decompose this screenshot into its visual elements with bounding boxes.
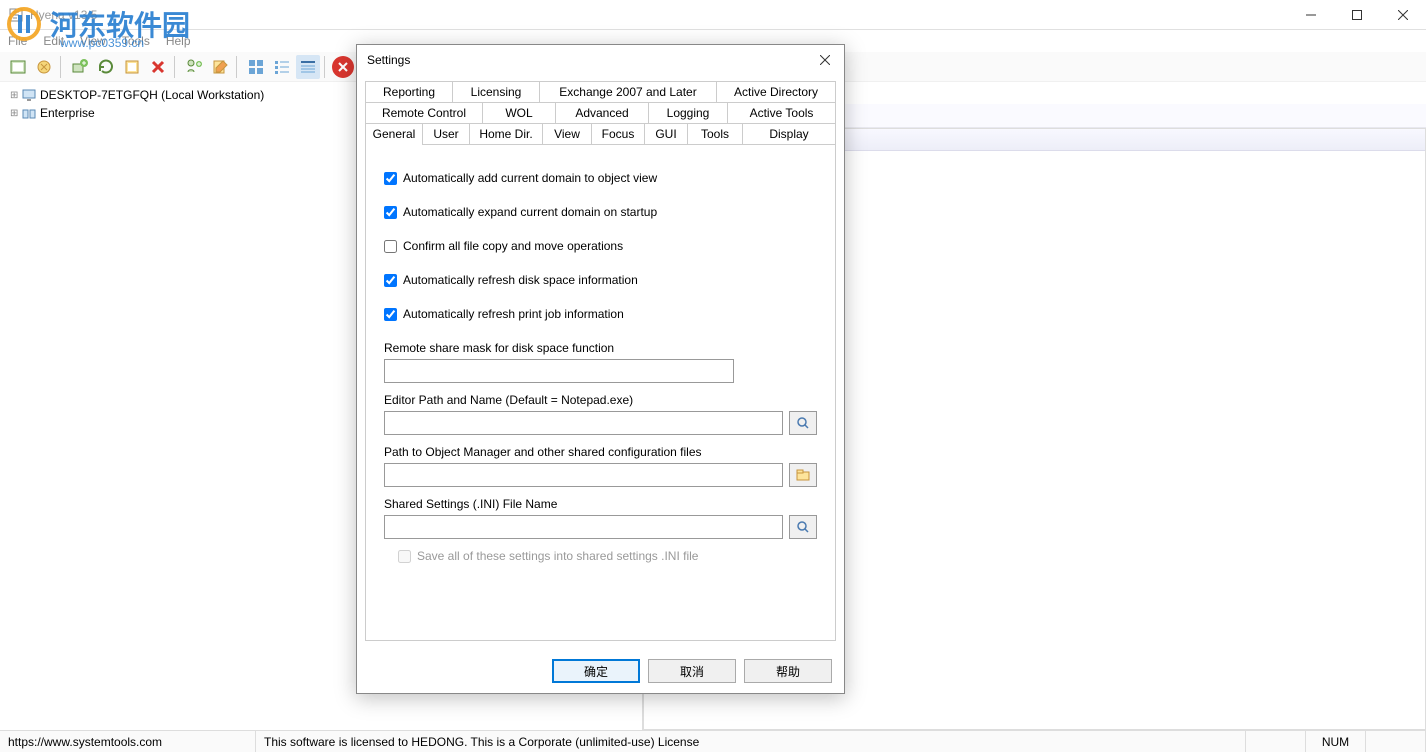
remote-mask-input[interactable] bbox=[384, 359, 734, 383]
general-tab-content: Automatically add current domain to obje… bbox=[365, 144, 836, 641]
editor-input[interactable] bbox=[384, 411, 783, 435]
enterprise-icon bbox=[22, 106, 40, 120]
tree-item-label: Enterprise bbox=[40, 106, 95, 120]
status-empty2 bbox=[1366, 731, 1426, 752]
toolbar-separator bbox=[60, 56, 64, 78]
chk-label: Automatically add current domain to obje… bbox=[403, 171, 657, 185]
chk-refresh-disk[interactable] bbox=[384, 274, 397, 287]
statusbar: https://www.systemtools.com This softwar… bbox=[0, 730, 1426, 752]
tab-tools[interactable]: Tools bbox=[687, 123, 743, 144]
tab-focus[interactable]: Focus bbox=[591, 123, 645, 144]
tab-general[interactable]: General bbox=[365, 123, 423, 144]
obj-mgr-input[interactable] bbox=[384, 463, 783, 487]
close-button[interactable] bbox=[1380, 0, 1426, 30]
tab-remote-control[interactable]: Remote Control bbox=[365, 102, 483, 123]
tab-exchange[interactable]: Exchange 2007 and Later bbox=[539, 81, 717, 102]
help-button[interactable]: 帮助 bbox=[744, 659, 832, 683]
status-empty1 bbox=[1246, 731, 1306, 752]
tab-gui[interactable]: GUI bbox=[644, 123, 688, 144]
settings-dialog: Settings Reporting Licensing Exchange 20… bbox=[356, 44, 845, 694]
toolbar-btn-6[interactable] bbox=[146, 55, 170, 79]
chk-label: Automatically refresh print job informat… bbox=[403, 307, 624, 321]
dialog-close-button[interactable] bbox=[810, 45, 840, 75]
editor-label: Editor Path and Name (Default = Notepad.… bbox=[384, 393, 817, 407]
window-title: Hyena v13.5 bbox=[30, 8, 97, 22]
shared-ini-browse-button[interactable] bbox=[789, 515, 817, 539]
toolbar-view-details[interactable] bbox=[296, 55, 320, 79]
status-url: https://www.systemtools.com bbox=[0, 731, 256, 752]
toolbar-btn-8[interactable] bbox=[208, 55, 232, 79]
dialog-titlebar: Settings bbox=[357, 45, 844, 75]
toolbar-btn-4[interactable] bbox=[94, 55, 118, 79]
tab-user[interactable]: User bbox=[422, 123, 470, 144]
toolbar-view-large[interactable] bbox=[244, 55, 268, 79]
toolbar-separator bbox=[174, 56, 178, 78]
status-num: NUM bbox=[1306, 731, 1366, 752]
chk-auto-expand-domain[interactable] bbox=[384, 206, 397, 219]
chk-label: Automatically expand current domain on s… bbox=[403, 205, 657, 219]
toolbar-view-list[interactable] bbox=[270, 55, 294, 79]
chk-auto-add-domain[interactable] bbox=[384, 172, 397, 185]
titlebar: Hyena v13.5 bbox=[0, 0, 1426, 30]
status-license: This software is licensed to HEDONG. Thi… bbox=[256, 731, 1246, 752]
toolbar-btn-2[interactable] bbox=[32, 55, 56, 79]
toolbar-btn-7[interactable] bbox=[182, 55, 206, 79]
toolbar-btn-5[interactable] bbox=[120, 55, 144, 79]
tab-advanced[interactable]: Advanced bbox=[555, 102, 649, 123]
dialog-title: Settings bbox=[367, 53, 410, 67]
expand-icon[interactable]: ⊞ bbox=[10, 108, 22, 119]
save-shared-label: Save all of these settings into shared s… bbox=[417, 549, 698, 563]
minimize-button[interactable] bbox=[1288, 0, 1334, 30]
watermark-url: www.pc0359.cn bbox=[60, 36, 144, 50]
toolbar-stop-icon[interactable] bbox=[332, 56, 354, 78]
tab-licensing[interactable]: Licensing bbox=[452, 81, 540, 102]
obj-mgr-browse-button[interactable] bbox=[789, 463, 817, 487]
shared-ini-input[interactable] bbox=[384, 515, 783, 539]
expand-icon[interactable]: ⊞ bbox=[10, 90, 22, 101]
chk-refresh-print[interactable] bbox=[384, 308, 397, 321]
maximize-button[interactable] bbox=[1334, 0, 1380, 30]
toolbar-btn-1[interactable] bbox=[6, 55, 30, 79]
dialog-button-row: 确定 取消 帮助 bbox=[357, 649, 844, 693]
chk-label: Automatically refresh disk space informa… bbox=[403, 273, 638, 287]
tab-view[interactable]: View bbox=[542, 123, 592, 144]
tab-strip: Reporting Licensing Exchange 2007 and La… bbox=[357, 75, 844, 144]
shared-ini-label: Shared Settings (.INI) File Name bbox=[384, 497, 817, 511]
ok-button[interactable]: 确定 bbox=[552, 659, 640, 683]
remote-mask-label: Remote share mask for disk space functio… bbox=[384, 341, 817, 355]
tab-active-tools[interactable]: Active Tools bbox=[727, 102, 836, 123]
tab-reporting[interactable]: Reporting bbox=[365, 81, 453, 102]
tab-display[interactable]: Display bbox=[742, 123, 836, 144]
chk-label: Confirm all file copy and move operation… bbox=[403, 239, 623, 253]
tab-logging[interactable]: Logging bbox=[648, 102, 728, 123]
chk-save-shared bbox=[398, 550, 411, 563]
toolbar-separator bbox=[236, 56, 240, 78]
menu-help[interactable]: Help bbox=[166, 34, 191, 48]
save-shared-row: Save all of these settings into shared s… bbox=[398, 549, 817, 563]
computer-icon bbox=[22, 88, 40, 102]
toolbar-btn-3[interactable] bbox=[68, 55, 92, 79]
chk-confirm-copy[interactable] bbox=[384, 240, 397, 253]
tab-ad[interactable]: Active Directory bbox=[716, 81, 836, 102]
tab-home-dir[interactable]: Home Dir. bbox=[469, 123, 543, 144]
menu-file[interactable]: File bbox=[8, 34, 27, 48]
editor-browse-button[interactable] bbox=[789, 411, 817, 435]
tree-item-label: DESKTOP-7ETGFQH (Local Workstation) bbox=[40, 88, 264, 102]
toolbar-separator bbox=[324, 56, 328, 78]
app-icon bbox=[8, 7, 24, 23]
obj-mgr-label: Path to Object Manager and other shared … bbox=[384, 445, 817, 459]
tab-wol[interactable]: WOL bbox=[482, 102, 556, 123]
cancel-button[interactable]: 取消 bbox=[648, 659, 736, 683]
